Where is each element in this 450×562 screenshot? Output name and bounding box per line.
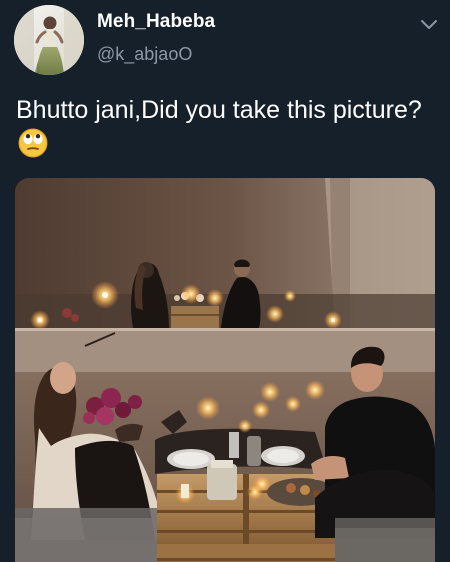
- chevron-down-icon[interactable]: [417, 12, 441, 36]
- author-handle[interactable]: @k_abjaoO: [97, 43, 192, 65]
- tweet-text: Bhutto jani,Did you take this picture?: [16, 93, 436, 161]
- rolling-eyes-emoji-icon: [18, 128, 48, 158]
- tweet-photo[interactable]: [15, 178, 435, 562]
- author-display-name[interactable]: Meh_Habeba: [97, 10, 215, 34]
- tweet: Meh_Habeba @k_abjaoO Bhutto jani,Did you…: [0, 0, 450, 562]
- tweet-text-content: Bhutto jani,Did you take this picture?: [16, 96, 422, 124]
- avatar[interactable]: [14, 5, 84, 75]
- avatar-image: [14, 5, 84, 75]
- candlelit-dinner-photo: [15, 178, 435, 562]
